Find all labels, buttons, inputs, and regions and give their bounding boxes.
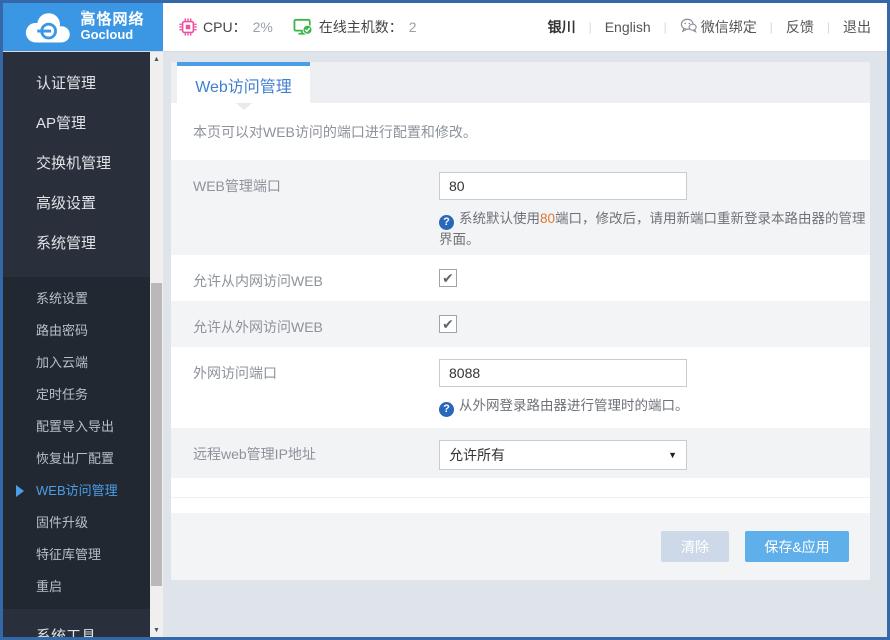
- cloud-logo-icon: [21, 9, 73, 45]
- sidebar-item-switch-mgmt[interactable]: 交换机管理: [3, 144, 150, 184]
- sidebar-item-system-mgmt[interactable]: 系统管理: [3, 224, 150, 264]
- form-row-lan-access: 允许从内网访问WEB ✔: [171, 255, 870, 301]
- submenu-factory-reset[interactable]: 恢复出厂配置: [3, 443, 150, 475]
- wan-access-label: 允许从外网访问WEB: [193, 319, 323, 335]
- gocloud-logo: ® 高恪网络 Gocloud: [3, 3, 163, 51]
- cpu-label: CPU：: [203, 19, 247, 35]
- wan-port-hint: ? 从外网登录路由器进行管理时的端口。: [439, 396, 869, 417]
- form-footer: 清除 保存&应用: [171, 513, 870, 580]
- web-port-hint: ? 系统默认使用80端口，修改后，请用新端口重新登录本路由器的管理界面。: [439, 211, 866, 247]
- top-header: ® 高恪网络 Gocloud CPU： 2% 在线主机数： 2 银川 | Eng…: [3, 3, 887, 52]
- scrollbar-thumb[interactable]: [151, 283, 162, 586]
- wan-port-input[interactable]: [439, 359, 687, 387]
- web-access-panel: Web访问管理 本页可以对WEB访问的端口进行配置和修改。 WEB管理端口 ?系…: [171, 62, 870, 580]
- remote-ip-select[interactable]: 允许所有 ▼: [439, 440, 687, 470]
- question-icon: ?: [439, 214, 454, 230]
- divider: |: [826, 20, 830, 34]
- language-link[interactable]: English: [605, 19, 651, 35]
- feedback-link[interactable]: 反馈: [786, 17, 814, 37]
- form-row-wan-access: 允许从外网访问WEB ✔: [171, 301, 870, 347]
- hosts-value: 2: [408, 19, 417, 35]
- check-icon: ✔: [442, 270, 454, 286]
- header-links: 银川 | English | 微信绑定 | 反馈 | 退出: [548, 3, 887, 51]
- tab-web-access-mgmt[interactable]: Web访问管理: [177, 62, 310, 110]
- clear-button[interactable]: 清除: [661, 531, 729, 562]
- app-window: ® 高恪网络 Gocloud CPU： 2% 在线主机数： 2 银川 | Eng…: [0, 0, 890, 640]
- wan-port-label: 外网访问端口: [193, 365, 277, 381]
- lan-access-checkbox[interactable]: ✔: [439, 269, 457, 287]
- divider: |: [663, 20, 667, 34]
- status-stats: CPU： 2% 在线主机数： 2: [163, 3, 431, 51]
- hosts-label: 在线主机数：: [318, 19, 403, 35]
- form-row-remote-ip: 远程web管理IP地址 允许所有 ▼: [171, 428, 870, 478]
- check-icon: ✔: [442, 316, 454, 332]
- location-label[interactable]: 银川: [548, 17, 576, 37]
- logout-link[interactable]: 退出: [843, 17, 871, 37]
- tab-notch: [235, 103, 252, 110]
- web-port-input[interactable]: [439, 172, 687, 200]
- sidebar-scrollbar[interactable]: ▲ ▼: [150, 52, 163, 637]
- save-apply-button[interactable]: 保存&应用: [745, 531, 849, 562]
- sidebar-main-section: 认证管理 AP管理 交换机管理 高级设置 系统管理: [3, 52, 150, 277]
- sidebar-nav: 认证管理 AP管理 交换机管理 高级设置 系统管理 系统设置 路由密码 加入云端…: [3, 52, 150, 637]
- sidebar-item-advanced[interactable]: 高级设置: [3, 184, 150, 224]
- submenu-config-import-export[interactable]: 配置导入导出: [3, 411, 150, 443]
- active-item-arrow-icon: [16, 485, 24, 497]
- online-hosts-icon: [293, 18, 313, 36]
- submenu-reboot[interactable]: 重启: [3, 571, 150, 603]
- divider: |: [588, 20, 592, 34]
- submenu-system-settings[interactable]: 系统设置: [3, 283, 150, 315]
- page-description: 本页可以对WEB访问的端口进行配置和修改。: [171, 103, 870, 160]
- tab-strip: Web访问管理: [171, 62, 870, 110]
- submenu-join-cloud[interactable]: 加入云端: [3, 347, 150, 379]
- form-row-web-port: WEB管理端口 ?系统默认使用80端口，修改后，请用新端口重新登录本路由器的管理…: [171, 160, 870, 255]
- submenu-router-password[interactable]: 路由密码: [3, 315, 150, 347]
- logo-text: 高恪网络 Gocloud: [80, 10, 145, 43]
- submenu-scheduled-tasks[interactable]: 定时任务: [3, 379, 150, 411]
- sidebar-item-system-tools[interactable]: 系统工具: [3, 617, 150, 637]
- cpu-value: 2%: [252, 19, 273, 35]
- remote-ip-label: 远程web管理IP地址: [193, 446, 316, 462]
- web-port-label: WEB管理端口: [193, 178, 281, 194]
- main-content: Web访问管理 本页可以对WEB访问的端口进行配置和修改。 WEB管理端口 ?系…: [163, 52, 887, 637]
- divider: |: [769, 20, 773, 34]
- chevron-down-icon: ▼: [668, 450, 677, 460]
- question-icon: ?: [439, 401, 454, 417]
- wan-access-checkbox[interactable]: ✔: [439, 315, 457, 333]
- scroll-up-icon[interactable]: ▲: [150, 52, 163, 66]
- submenu-firmware-upgrade[interactable]: 固件升级: [3, 507, 150, 539]
- lan-access-label: 允许从内网访问WEB: [193, 273, 323, 289]
- cpu-chip-icon: [179, 18, 197, 36]
- sidebar-bottom-section: 系统工具: [3, 609, 150, 637]
- scroll-down-icon[interactable]: ▼: [150, 623, 163, 637]
- wechat-icon: [680, 18, 697, 36]
- registered-mark: ®: [81, 9, 87, 18]
- wechat-bind-link[interactable]: 微信绑定: [680, 17, 757, 37]
- sidebar-item-auth-mgmt[interactable]: 认证管理: [3, 64, 150, 104]
- sidebar-submenu-section: 系统设置 路由密码 加入云端 定时任务 配置导入导出 恢复出厂配置 WEB访问管…: [3, 277, 150, 609]
- submenu-signature-db[interactable]: 特征库管理: [3, 539, 150, 571]
- submenu-web-access-mgmt[interactable]: WEB访问管理: [3, 475, 150, 507]
- spacer-rows: [171, 478, 870, 513]
- form-row-wan-port: 外网访问端口 ?从外网登录路由器进行管理时的端口。: [171, 347, 870, 428]
- sidebar-item-ap-mgmt[interactable]: AP管理: [3, 104, 150, 144]
